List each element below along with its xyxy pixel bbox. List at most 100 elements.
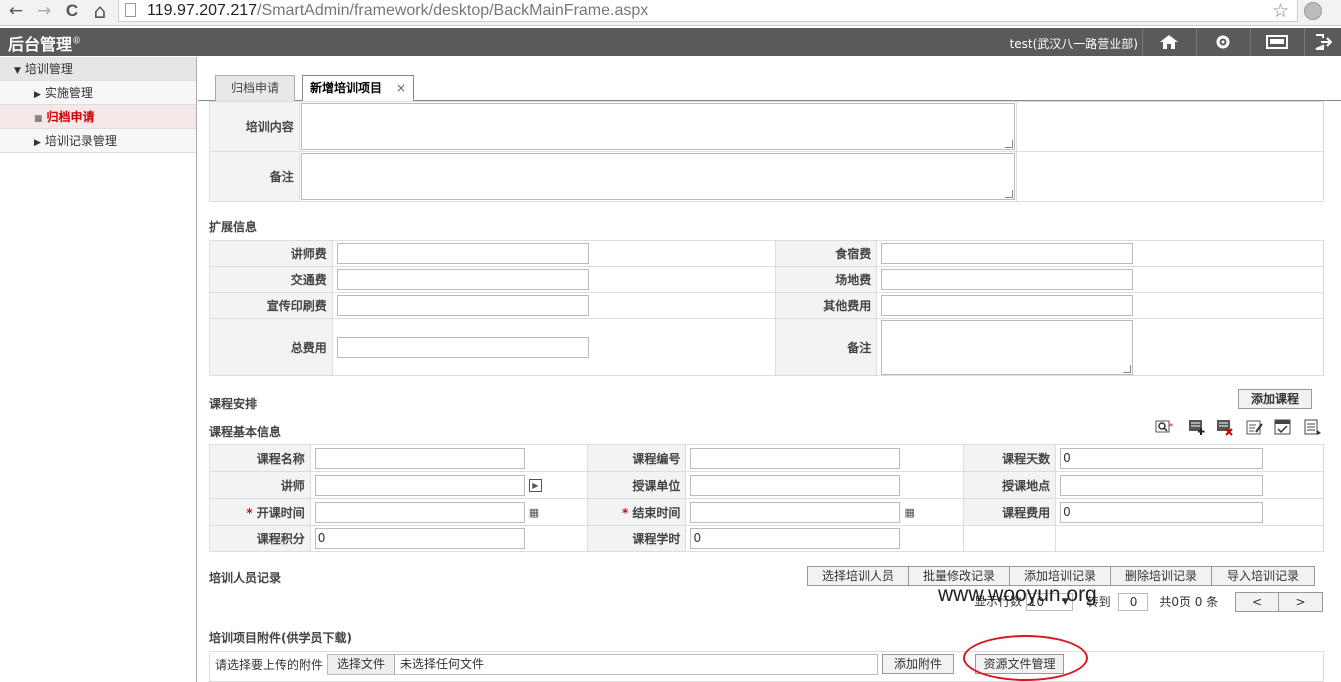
ext-section-title: 扩展信息: [209, 220, 258, 234]
app-title: 后台管理®: [8, 35, 82, 54]
ext-remark-label: 备注: [775, 318, 878, 376]
total-fee-label: 总费用: [209, 318, 333, 376]
edit-icon[interactable]: [1246, 419, 1264, 436]
course-section-title: 课程安排: [209, 397, 258, 411]
unit-label: 授课单位: [586, 471, 687, 499]
export-icon[interactable]: [1304, 419, 1322, 436]
print-fee-input[interactable]: [336, 295, 589, 316]
prev-page-button[interactable]: <: [1235, 592, 1279, 612]
home-icon[interactable]: ⌂: [88, 0, 112, 22]
sidebar-group-training[interactable]: ▼ 培训管理: [0, 57, 196, 81]
teacher-fee-input[interactable]: [336, 243, 589, 264]
play-select-icon[interactable]: ▶: [528, 478, 542, 492]
traffic-fee-label: 交通费: [209, 266, 333, 293]
food-fee-input[interactable]: [881, 243, 1134, 264]
caret-down-icon: ▼: [14, 66, 21, 76]
unit-input[interactable]: [690, 474, 901, 496]
forward-icon[interactable]: →: [32, 0, 56, 22]
add-attachment-button[interactable]: 添加附件: [882, 654, 954, 674]
search-icon[interactable]: *: [1155, 419, 1173, 436]
user-label: test(武汉八一路营业部): [1009, 37, 1138, 51]
course-name-label: 课程名称: [209, 444, 311, 472]
caret-right-icon: ▶: [34, 138, 41, 148]
ext-info-table: 讲师费 食宿费 交通费 场地费 宣传印刷费 其他费用 总费用 备注: [209, 240, 1324, 376]
content-label: 培训内容: [209, 101, 300, 152]
sidebar-item-records[interactable]: ▶ 培训记录管理: [0, 129, 196, 153]
file-picker[interactable]: 选择文件 未选择任何文件: [327, 654, 878, 675]
records-section-title: 培训人员记录: [209, 571, 282, 585]
save-icon[interactable]: [1274, 419, 1292, 436]
print-fee-label: 宣传印刷费: [209, 292, 333, 319]
credit-input[interactable]: 0: [314, 528, 525, 549]
other-fee-label: 其他费用: [775, 292, 878, 319]
bookmark-star-icon[interactable]: ☆: [1272, 0, 1289, 22]
total-fee-input[interactable]: [336, 336, 589, 358]
end-time-label: * 结束时间: [586, 498, 687, 526]
course-fee-input[interactable]: 0: [1060, 501, 1264, 523]
select-trainees-button[interactable]: 选择培训人员: [807, 566, 909, 586]
credit-label: 课程积分: [209, 525, 311, 552]
remark-textarea[interactable]: [300, 153, 1015, 200]
ext-remark-textarea[interactable]: [881, 319, 1134, 375]
course-basic-title: 课程基本信息: [209, 425, 282, 439]
course-info-table: 课程名称 课程编号 课程天数 0 讲师 ▶ 授课单位 授课地点 * 开课时间 ▦…: [209, 444, 1324, 552]
square-bullet-icon: ■: [34, 114, 43, 124]
attach-section-title: 培训项目附件(供学员下载): [209, 631, 352, 645]
sidebar-item-implementation[interactable]: ▶ 实施管理: [0, 81, 196, 105]
reload-icon[interactable]: C: [60, 0, 84, 22]
next-page-button[interactable]: >: [1278, 592, 1323, 612]
caret-right-icon: ▶: [34, 90, 41, 100]
back-icon[interactable]: ←: [4, 0, 28, 22]
add-row-icon[interactable]: [1188, 419, 1206, 436]
choose-file-button[interactable]: 选择文件: [328, 655, 395, 674]
attach-row: 请选择要上传的附件 选择文件 未选择任何文件: [209, 651, 1324, 682]
extension-icon[interactable]: [1304, 2, 1322, 20]
close-icon[interactable]: ×: [396, 81, 406, 95]
teacher-fee-label: 讲师费: [209, 240, 333, 267]
gear-icon: [1216, 35, 1230, 49]
other-fee-input[interactable]: [881, 295, 1134, 316]
main-content: 归档申请 新增培训项目 × 培训内容 备注 扩展信息 讲师费 食宿费 交通费 场地…: [198, 57, 1341, 682]
add-course-button[interactable]: 添加课程: [1238, 389, 1312, 409]
teacher-label: 讲师: [209, 471, 311, 499]
address-bar[interactable]: 119.97.207.217/SmartAdmin/framework/desk…: [118, 0, 1298, 22]
upload-label: 请选择要上传的附件: [215, 658, 324, 672]
remark-label: 备注: [209, 151, 300, 202]
page-icon: [125, 3, 136, 17]
logout-button[interactable]: [1304, 28, 1341, 56]
venue-fee-label: 场地费: [775, 266, 878, 293]
course-days-label: 课程天数: [963, 444, 1057, 472]
delete-record-button[interactable]: 删除培训记录: [1110, 566, 1212, 586]
app-header: 后台管理® test(武汉八一路营业部): [0, 28, 1341, 56]
house-icon: [1160, 35, 1178, 49]
watermark: www.wooyun.org: [938, 583, 1097, 606]
hours-input[interactable]: 0: [690, 528, 901, 549]
place-label: 授课地点: [963, 471, 1057, 499]
venue-fee-input[interactable]: [881, 269, 1134, 290]
highlight-ellipse: [963, 635, 1088, 681]
hours-label: 课程学时: [586, 525, 687, 552]
goto-input[interactable]: 0: [1117, 593, 1148, 611]
no-file-text: 未选择任何文件: [400, 657, 485, 671]
start-time-input[interactable]: [314, 501, 525, 523]
course-days-input[interactable]: 0: [1060, 447, 1264, 469]
traffic-fee-input[interactable]: [336, 269, 589, 290]
course-code-input[interactable]: [690, 447, 901, 469]
url-text: 119.97.207.217/SmartAdmin/framework/desk…: [147, 2, 649, 19]
home-button[interactable]: [1142, 28, 1195, 56]
content-textarea[interactable]: [300, 103, 1015, 150]
fullscreen-button[interactable]: [1250, 28, 1303, 56]
tab-new-project[interactable]: 新增培训项目 ×: [302, 75, 414, 102]
course-name-input[interactable]: [314, 447, 525, 469]
place-input[interactable]: [1060, 474, 1264, 496]
logout-icon: [1315, 34, 1333, 50]
end-time-input[interactable]: [690, 501, 901, 523]
sidebar-item-archive[interactable]: ■ 归档申请: [0, 105, 196, 129]
delete-row-icon[interactable]: [1216, 419, 1234, 436]
import-record-button[interactable]: 导入培训记录: [1211, 566, 1315, 586]
teacher-input[interactable]: [314, 474, 525, 496]
calendar-icon[interactable]: ▦: [904, 506, 914, 519]
calendar-icon[interactable]: ▦: [529, 506, 539, 519]
settings-button[interactable]: [1196, 28, 1249, 56]
tab-archive[interactable]: 归档申请: [215, 75, 295, 101]
